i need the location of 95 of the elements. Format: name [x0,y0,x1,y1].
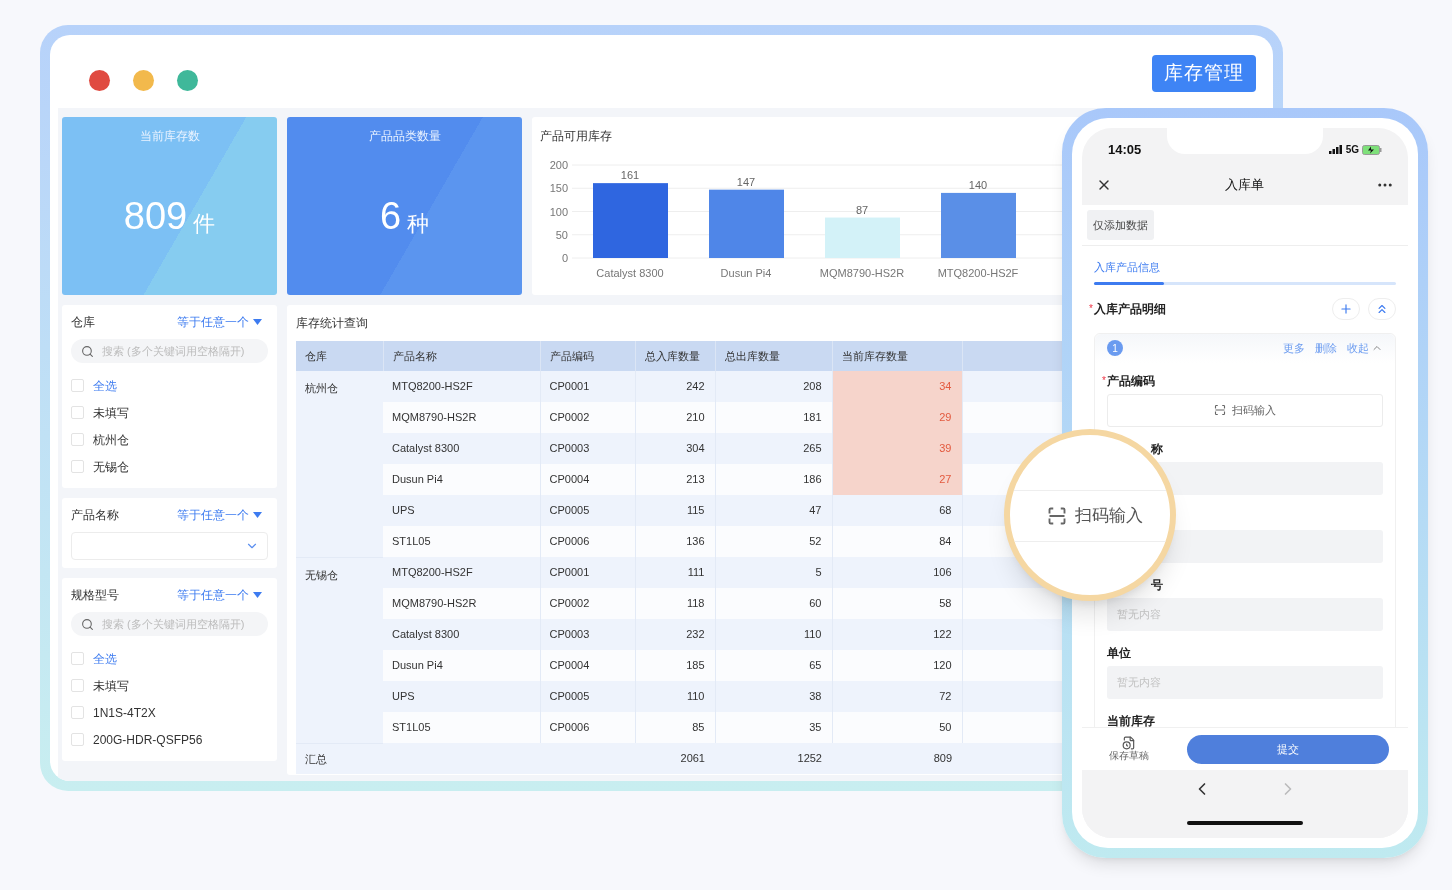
table-cell: 34 [832,371,962,402]
option-label: 全选 [93,377,117,395]
screen-title: 入库单 [1224,176,1264,195]
item-action[interactable]: 收起 [1347,339,1369,357]
category-label: MTQ8200-HS2F [937,267,1019,279]
stat-unit: 种 [407,213,430,235]
category-label: Dusun Pi4 [720,267,772,279]
value-label: 87 [855,203,869,216]
field-label: 称 [1151,440,1163,458]
filter-option[interactable]: 1N1S-4T2X [71,699,268,726]
filter-option[interactable]: 无锡仓 [71,453,268,480]
search-icon [81,617,94,631]
filter-option[interactable]: 200G-HDR-QSFP56 [71,726,268,753]
stat-value: 809 [123,197,188,235]
total-cell: 2061 [635,743,715,774]
stat-label: 当前库存数 [139,128,200,145]
scan-icon [1214,404,1226,416]
axis-label: 200 [549,159,568,171]
operator-dropdown[interactable]: 等于任意一个 [177,506,262,524]
plus-icon [1339,301,1353,316]
table-title: 库存统计查询 [296,315,369,332]
stat-unit: 件 [193,213,216,235]
option-label: 未填写 [93,404,129,422]
filter-option[interactable]: 全选 [71,372,268,399]
select-field[interactable] [71,532,268,560]
title-button[interactable]: 库存管理 [1152,55,1256,92]
network-label: 5G [1345,143,1359,157]
table-cell: 29 [832,402,962,433]
category-label: MQM8790-HS2R [819,267,905,279]
battery-icon [1362,144,1382,155]
caret-icon [253,592,262,598]
magnified-scan-label: 扫码输入 [1075,505,1143,528]
total-cell: 809 [832,743,962,774]
filter-label: 仓库 [71,314,95,331]
field-label: 号 [1151,576,1163,594]
section-tab[interactable]: 入库产品信息 [1094,259,1160,276]
checkbox[interactable] [71,433,84,446]
axis-label: 50 [555,228,568,241]
item-action[interactable]: 删除 [1315,339,1337,357]
value-label: 147 [736,175,756,188]
checkbox[interactable] [71,652,84,665]
option-label: 200G-HDR-QSFP56 [93,731,203,749]
option-label: 杭州仓 [93,431,129,449]
value-label: 140 [968,178,988,191]
checkbox[interactable] [71,706,84,719]
required-mark: * [1102,374,1106,388]
mode-tag: 仅添加数据 [1087,210,1154,240]
option-label: 全选 [93,650,117,668]
table-cell: 39 [832,433,962,464]
option-label: 未填写 [93,677,129,695]
filter-label: 产品名称 [71,507,119,524]
warehouse-cell: 无锡仓 [296,557,383,743]
scan-input-button[interactable]: 扫码输入 [1107,393,1383,427]
option-label: 无锡仓 [93,458,129,476]
category-label: Catalyst 8300 [596,267,664,279]
field-label: 产品编码 [1106,372,1155,390]
filter-option[interactable]: 未填写 [71,672,268,699]
axis-label: 100 [549,205,568,218]
stat-label: 产品品类数量 [368,128,441,145]
table-cell: 27 [832,464,962,495]
save-draft-button[interactable]: 保存草稿 [1096,736,1162,762]
chart-title: 产品可用库存 [540,128,613,145]
checkbox[interactable] [71,379,84,392]
caret-icon [253,512,262,518]
checkbox[interactable] [71,460,84,473]
checkbox[interactable] [71,733,84,746]
filter-option[interactable]: 全选 [71,645,268,672]
filter-option[interactable]: 未填写 [71,399,268,426]
draft-icon [1122,736,1136,750]
submit-button[interactable]: 提交 [1187,734,1389,764]
total-label: 汇总 [296,743,635,774]
axis-label: 150 [549,182,568,195]
option-label: 1N1S-4T2X [93,704,156,722]
operator-dropdown[interactable]: 等于任意一个 [177,586,262,604]
section-title: 入库产品明细 [1093,300,1166,318]
item-index: 1 [1107,340,1123,356]
filter-option[interactable]: 杭州仓 [71,426,268,453]
operator-dropdown[interactable]: 等于任意一个 [177,313,262,331]
caret-icon [253,319,262,325]
required-mark: * [1089,302,1093,316]
axis-label: 0 [561,252,568,264]
status-time: 14:05 [1108,140,1142,159]
total-cell: 1252 [715,743,832,774]
search-icon [81,344,94,358]
signal-icon [1328,145,1343,154]
item-action[interactable]: 更多 [1283,339,1305,357]
value-label: 161 [620,169,640,182]
field-label: 当前库存 [1107,712,1155,727]
field-label: 单位 [1107,644,1131,662]
warehouse-cell: 杭州仓 [296,371,383,557]
stat-value: 6 [379,197,402,235]
filter-label: 规格型号 [71,587,119,604]
scan-icon [1047,506,1067,526]
checkbox[interactable] [71,406,84,419]
checkbox[interactable] [71,679,84,692]
